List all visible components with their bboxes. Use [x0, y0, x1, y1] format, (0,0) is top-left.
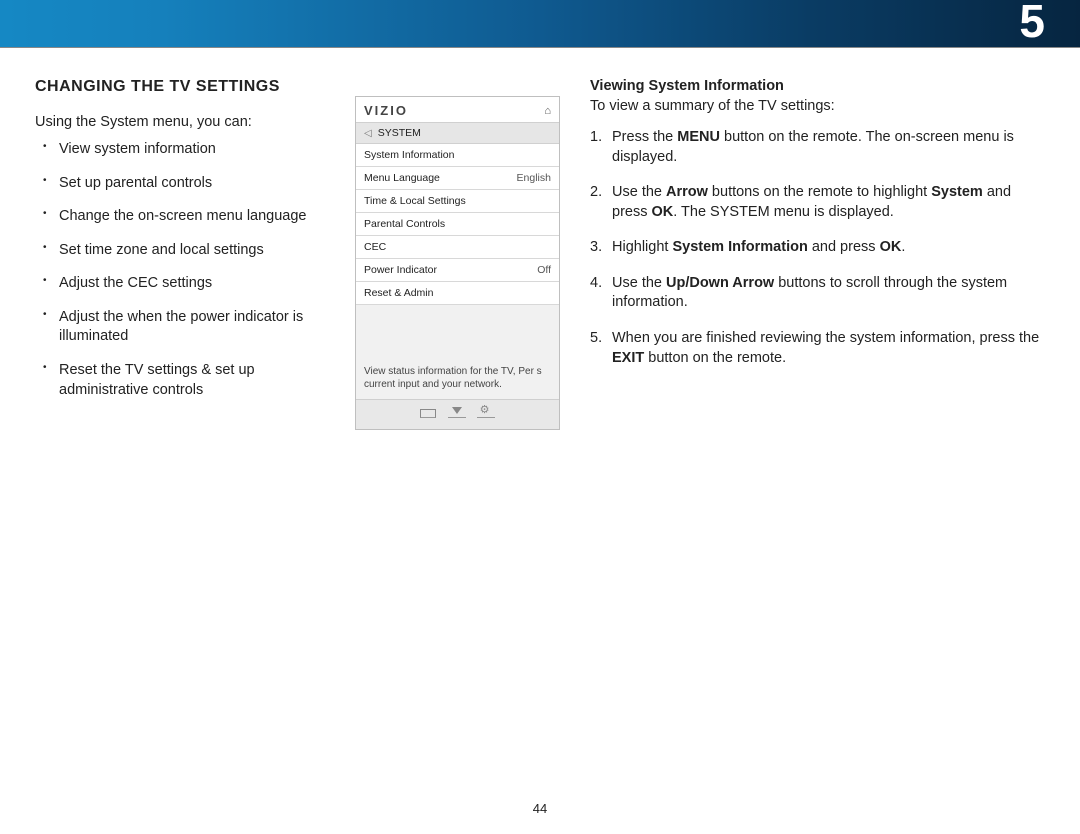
panel-footer-icons — [356, 399, 559, 429]
menu-row-label: Reset & Admin — [364, 287, 433, 299]
panel-header: VIZIO ⌂ — [356, 97, 559, 123]
list-item: View system information — [59, 140, 325, 160]
menu-row-value: Off — [537, 264, 551, 276]
menu-row-label: Power Indicator — [364, 264, 437, 276]
page-number: 44 — [0, 801, 1080, 816]
subsection-intro: To view a summary of the TV settings: — [590, 98, 1045, 114]
panel-menu-rows: System Information Menu Language English Ti… — [356, 144, 559, 305]
chapter-banner: 5 — [0, 0, 1080, 48]
page-content: CHANGING THE TV SETTINGS Using the Syste… — [0, 48, 1080, 430]
menu-row: CEC — [356, 236, 559, 259]
gear-icon — [477, 406, 495, 418]
right-column: Viewing System Information To view a sum… — [590, 78, 1045, 430]
menu-row-label: CEC — [364, 241, 386, 253]
list-item: Reset the TV settings & set up administr… — [59, 361, 325, 400]
list-item: Change the on-screen menu language — [59, 207, 325, 227]
home-icon: ⌂ — [544, 105, 551, 117]
menu-row-label: Time & Local Settings — [364, 195, 466, 207]
step-item: Press the MENU button on the remote. The… — [612, 128, 1045, 167]
bold-term: OK — [652, 204, 674, 220]
menu-row: Reset & Admin — [356, 282, 559, 305]
vizio-logo: VIZIO — [364, 103, 408, 118]
bold-term: Up/Down Arrow — [666, 275, 774, 291]
wide-icon — [420, 409, 436, 418]
section-heading: CHANGING THE TV SETTINGS — [35, 78, 325, 96]
step-item: Highlight System Information and press O… — [612, 238, 1045, 258]
instruction-steps: Press the MENU button on the remote. The… — [590, 128, 1045, 368]
bold-term: OK — [880, 239, 902, 255]
menu-row: Time & Local Settings — [356, 190, 559, 213]
panel-breadcrumb: ◁ SYSTEM — [356, 123, 559, 144]
menu-row: Menu Language English — [356, 167, 559, 190]
breadcrumb-label: SYSTEM — [378, 127, 421, 139]
menu-row: Parental Controls — [356, 213, 559, 236]
tv-menu-panel: VIZIO ⌂ ◁ SYSTEM System Information Menu … — [355, 96, 560, 430]
bold-term: System — [931, 184, 983, 200]
step-item: Use the Arrow buttons on the remote to h… — [612, 183, 1045, 222]
list-item: Set up parental controls — [59, 174, 325, 194]
menu-row: System Information — [356, 144, 559, 167]
menu-row-label: Menu Language — [364, 172, 440, 184]
list-item: Set time zone and local settings — [59, 241, 325, 261]
back-caret-icon: ◁ — [364, 128, 372, 139]
menu-row-value: English — [517, 172, 551, 184]
left-column: CHANGING THE TV SETTINGS Using the Syste… — [35, 78, 325, 430]
bold-term: Arrow — [666, 184, 708, 200]
capability-list: View system information Set up parental c… — [35, 140, 325, 400]
step-item: Use the Up/Down Arrow buttons to scroll … — [612, 274, 1045, 313]
bold-term: MENU — [677, 129, 720, 145]
chevron-down-icon — [448, 406, 466, 418]
subsection-heading: Viewing System Information — [590, 78, 1045, 94]
section-intro: Using the System menu, you can: — [35, 114, 325, 130]
menu-row: Power Indicator Off — [356, 259, 559, 282]
chapter-number: 5 — [1019, 0, 1045, 48]
step-item: When you are finished reviewing the syst… — [612, 329, 1045, 368]
bold-term: EXIT — [612, 350, 644, 366]
menu-row-label: System Information — [364, 149, 454, 161]
list-item: Adjust the CEC settings — [59, 274, 325, 294]
list-item: Adjust the when the power indicator is i… — [59, 308, 325, 347]
middle-column: VIZIO ⌂ ◁ SYSTEM System Information Menu … — [355, 78, 560, 430]
panel-help-text: View status information for the TV, Per … — [356, 305, 559, 399]
bold-term: System Information — [672, 239, 807, 255]
menu-row-label: Parental Controls — [364, 218, 445, 230]
